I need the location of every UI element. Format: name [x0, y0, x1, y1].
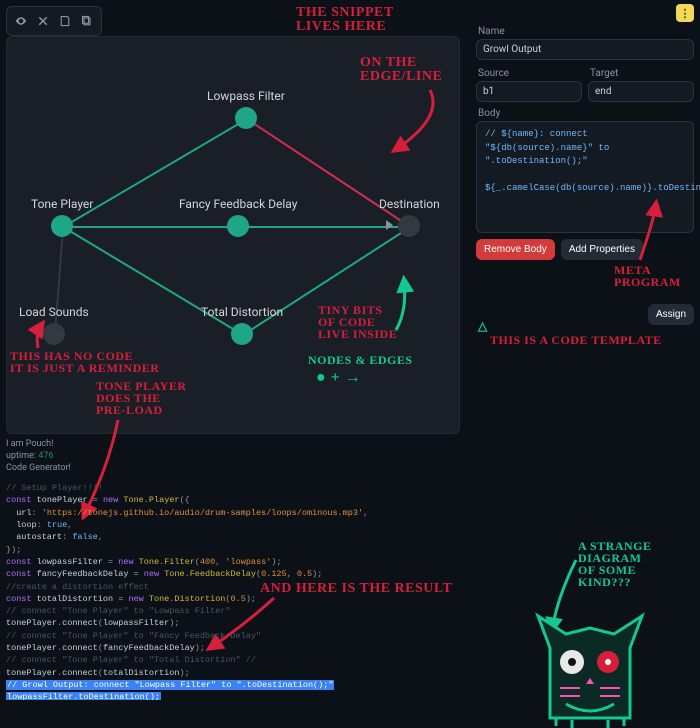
node-label: Tone Player	[31, 197, 93, 211]
annotation-template: THIS IS A CODE TEMPLATE	[490, 334, 662, 346]
node-dot	[43, 323, 65, 345]
console-output: I am Pouch! uptime: 476 Code Generator!	[6, 438, 71, 474]
node-dot	[398, 215, 420, 237]
inspector-panel: Name Growl Output Source b1 Target end B…	[476, 8, 694, 260]
node-label: Total Distortion	[201, 305, 283, 319]
x-icon[interactable]	[33, 11, 53, 31]
node-label: Lowpass Filter	[207, 89, 285, 103]
node-dot	[235, 107, 257, 129]
node-label: Load Sounds	[19, 305, 89, 319]
assign-button[interactable]: Assign	[648, 304, 694, 325]
node-label: Fancy Feedback Delay	[179, 197, 297, 211]
node-dot	[231, 323, 253, 345]
target-field[interactable]: end	[588, 81, 694, 102]
cat-doodle	[520, 588, 660, 728]
body-label: Body	[478, 108, 694, 119]
annotation-caret: △	[478, 320, 488, 332]
console-line: I am Pouch!	[6, 438, 71, 450]
body-field[interactable]: // ${name}: connect "${db(source).name}"…	[476, 121, 694, 233]
name-field[interactable]: Growl Output	[476, 39, 694, 60]
copy-icon[interactable]	[77, 11, 97, 31]
canvas-toolbar	[6, 6, 102, 36]
node-dist[interactable]: Total Distortion	[201, 305, 283, 345]
node-load[interactable]: Load Sounds	[19, 305, 89, 345]
node-tone[interactable]: Tone Player	[31, 197, 93, 237]
console-line: Code Generator!	[6, 462, 71, 474]
source-label: Source	[478, 68, 582, 79]
annotation-meta: META PROGRAM	[614, 264, 681, 288]
node-dot	[227, 215, 249, 237]
add-properties-button[interactable]: Add Properties	[561, 239, 643, 260]
annotation-snippet: THE SNIPPET LIVES HERE	[296, 6, 394, 34]
node-dest[interactable]: Destination	[379, 197, 440, 237]
node-lpf[interactable]: Lowpass Filter	[207, 89, 285, 129]
eye-icon[interactable]	[11, 11, 31, 31]
name-label: Name	[478, 26, 694, 37]
note-icon[interactable]	[55, 11, 75, 31]
node-dot	[51, 215, 73, 237]
node-ffd[interactable]: Fancy Feedback Delay	[179, 197, 297, 237]
node-label: Destination	[379, 197, 440, 211]
source-field[interactable]: b1	[476, 81, 582, 102]
console-line: uptime: 476	[6, 450, 71, 462]
graph-canvas[interactable]: Tone Player Lowpass Filter Fancy Feedback …	[6, 36, 460, 434]
remove-body-button[interactable]: Remove Body	[476, 239, 555, 260]
target-label: Target	[590, 68, 694, 79]
